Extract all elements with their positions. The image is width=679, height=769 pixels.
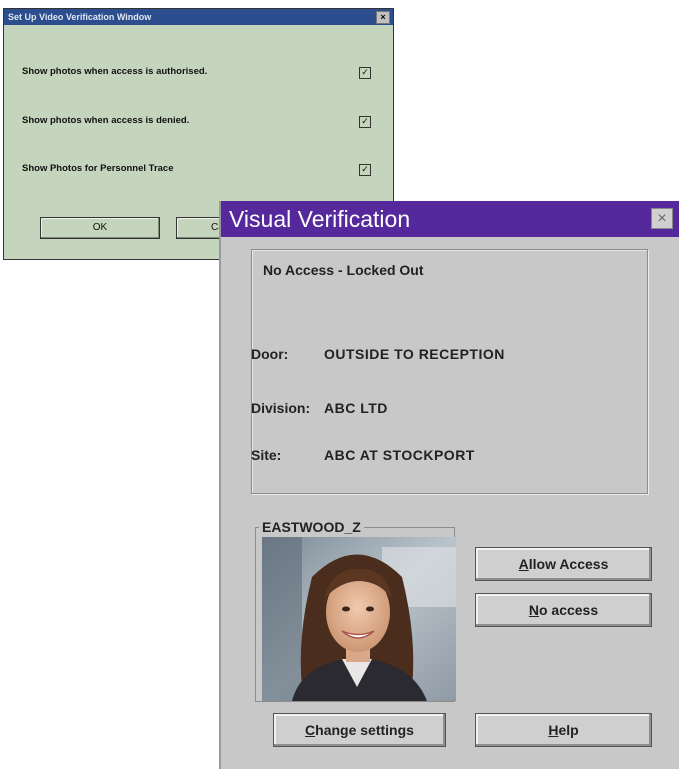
access-status: No Access - Locked Out xyxy=(263,262,424,278)
person-name: EASTWOOD_Z xyxy=(259,519,364,535)
ok-button[interactable]: OK xyxy=(40,217,160,239)
person-photo xyxy=(262,537,456,701)
checkbox-denied[interactable]: ✓ xyxy=(359,116,371,128)
visual-verification-title-bar[interactable]: Visual Verification × xyxy=(221,201,679,237)
visual-verification-window: Visual Verification × No Access - Locked… xyxy=(219,201,679,769)
setup-close-icon[interactable]: × xyxy=(376,11,390,24)
help-mnemonic: H xyxy=(548,722,559,738)
change-settings-button[interactable]: Change settings xyxy=(273,713,446,747)
site-value: ABC AT STOCKPORT xyxy=(324,447,475,463)
window-title: Visual Verification xyxy=(229,206,411,232)
option-label-denied: Show photos when access is denied. xyxy=(22,115,190,126)
site-label: Site: xyxy=(251,447,282,463)
close-icon[interactable]: × xyxy=(651,208,673,229)
setup-title-bar[interactable]: Set Up Video Verification Window × xyxy=(4,9,393,25)
door-value: OUTSIDE TO RECEPTION xyxy=(324,346,505,362)
allow-access-mnemonic: A xyxy=(518,556,529,572)
allow-access-button[interactable]: Allow Access xyxy=(475,547,652,581)
no-access-button[interactable]: No access xyxy=(475,593,652,627)
division-label: Division: xyxy=(251,400,311,416)
change-settings-label: hange settings xyxy=(315,722,414,738)
allow-access-label: llow Access xyxy=(528,556,609,572)
change-settings-mnemonic: C xyxy=(305,722,316,738)
division-value: ABC LTD xyxy=(324,400,388,416)
checkbox-authorised[interactable]: ✓ xyxy=(359,67,371,79)
option-label-personnel-trace: Show Photos for Personnel Trace xyxy=(22,163,174,174)
no-access-label: o access xyxy=(538,602,599,618)
help-button[interactable]: Help xyxy=(475,713,652,747)
no-access-mnemonic: N xyxy=(528,602,539,618)
setup-title: Set Up Video Verification Window xyxy=(8,12,152,22)
door-label: Door: xyxy=(251,346,289,362)
help-label: elp xyxy=(558,722,579,738)
checkbox-personnel-trace[interactable]: ✓ xyxy=(359,164,371,176)
option-label-authorised: Show photos when access is authorised. xyxy=(22,66,208,77)
